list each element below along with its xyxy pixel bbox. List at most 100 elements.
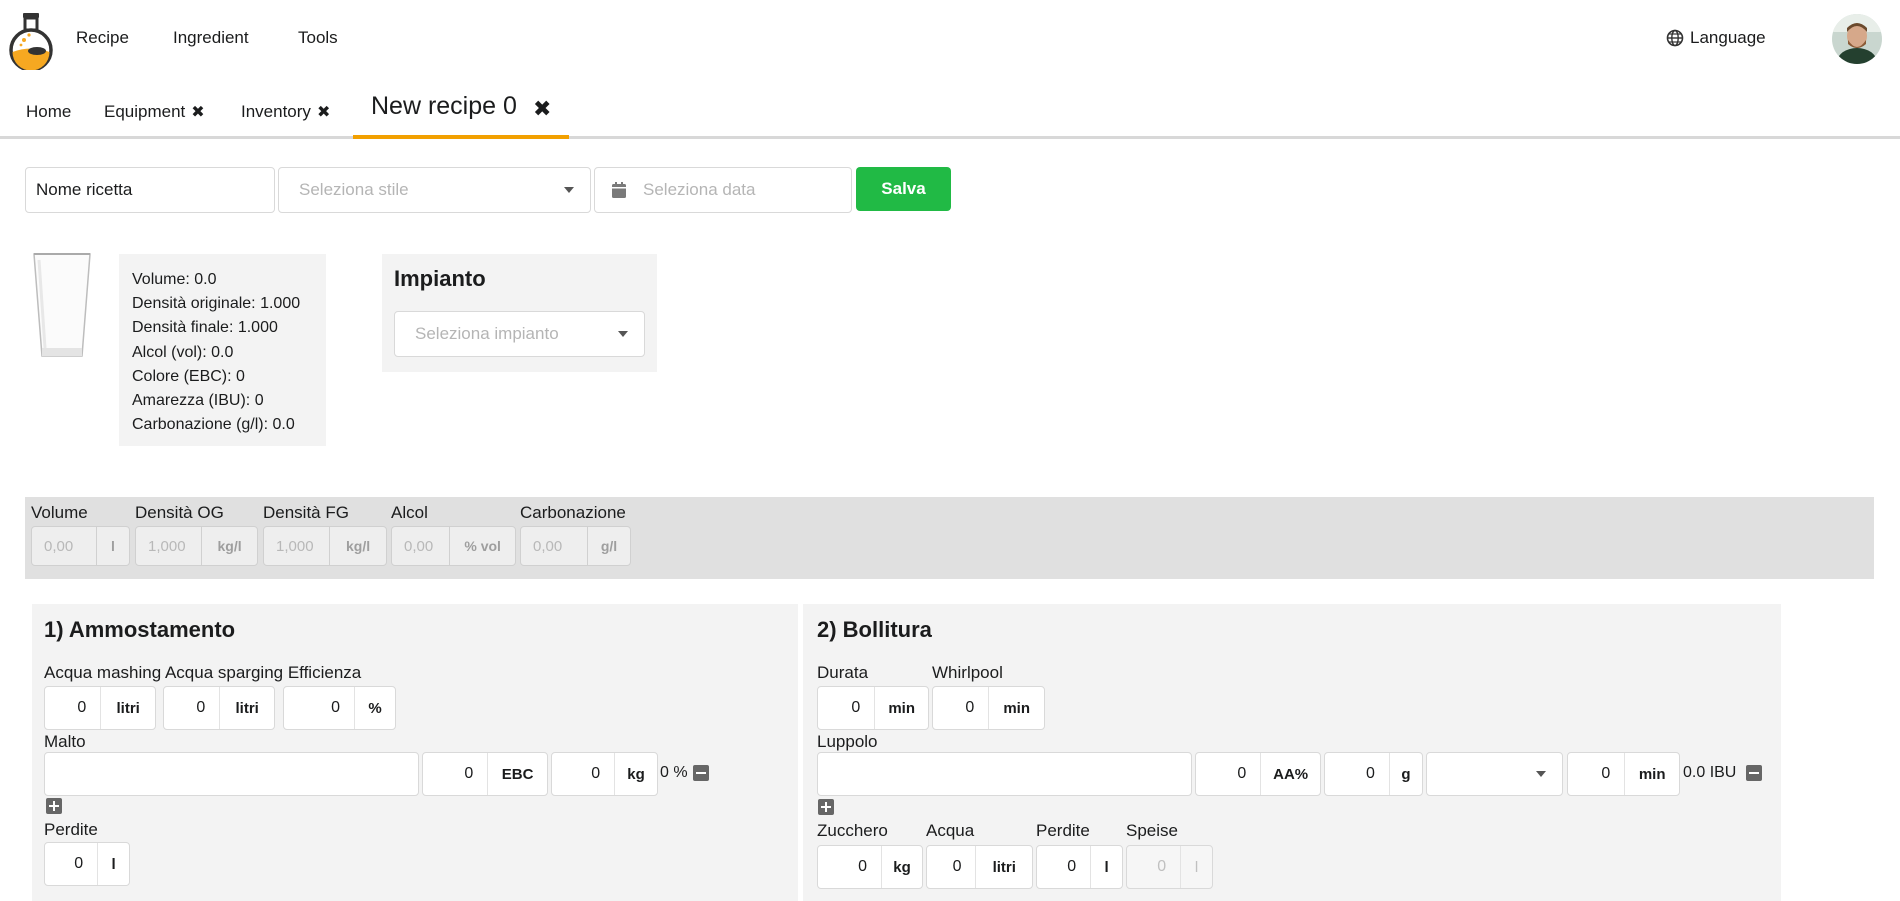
sugar-value: 0 <box>818 846 883 888</box>
param-unit: kg/l <box>217 538 242 554</box>
mash-title: 1) Ammostamento <box>44 617 236 642</box>
user-avatar[interactable] <box>1832 14 1882 64</box>
param-volume: Volume 0,00 l <box>31 503 130 566</box>
nav-ingredient[interactable]: Ingredient <box>173 28 249 48</box>
boil-losses-label: Perdite <box>1036 821 1090 840</box>
mash-panel: 1) Ammostamento Acqua mashing Acqua spar… <box>32 604 798 901</box>
chevron-down-icon <box>618 331 628 337</box>
language-label: Language <box>1690 28 1766 47</box>
speise-value: 0 <box>1127 846 1182 888</box>
stat-carbonation: Carbonazione (g/l): 0.0 <box>132 416 295 434</box>
nav-tools[interactable]: Tools <box>298 28 338 48</box>
language-selector[interactable]: Language <box>1666 28 1766 48</box>
boil-losses-value: 0 <box>1037 846 1092 888</box>
beer-glass-icon <box>33 253 91 357</box>
param-input[interactable]: 0,00 l <box>31 526 130 566</box>
globe-icon <box>1666 29 1684 47</box>
param-label: Volume <box>31 503 88 522</box>
stat-alcohol: Alcol (vol): 0.0 <box>132 343 234 361</box>
recipe-name-value: Nome ricetta <box>36 180 133 199</box>
sugar-label: Zucchero <box>817 821 888 840</box>
water-input[interactable]: 0 litri <box>926 845 1033 889</box>
duration-label: Durata <box>817 663 869 682</box>
tab-equipment[interactable]: Equipment ✖ <box>104 102 205 122</box>
speise-label: Speise <box>1126 821 1178 840</box>
hops-ibu: 0.0 IBU <box>1683 764 1737 781</box>
stat-color: Colore (EBC): 0 <box>132 367 245 385</box>
close-icon[interactable]: ✖ <box>191 102 204 122</box>
malt-ebc-input[interactable]: 0 EBC <box>422 752 548 796</box>
malt-name-input[interactable] <box>44 752 419 796</box>
date-picker[interactable]: Seleziona data <box>594 167 852 213</box>
param-value: 0,00 <box>32 527 97 565</box>
recipe-name-input[interactable]: Nome ricetta <box>25 167 275 213</box>
remove-hops-icon[interactable] <box>1746 765 1762 781</box>
sparging-water-value: 0 <box>164 687 221 729</box>
water-value: 0 <box>927 846 977 888</box>
hops-weight-unit: g <box>1401 765 1411 783</box>
add-hops-icon[interactable] <box>818 799 834 815</box>
tab-new-recipe[interactable]: New recipe 0 ✖ <box>353 76 569 139</box>
stat-volume: Volume: 0.0 <box>132 271 217 288</box>
param-fg: Densità FG 1,000 kg/l <box>263 503 387 566</box>
close-icon[interactable]: ✖ <box>533 96 551 122</box>
boil-losses-unit: l <box>1104 858 1109 876</box>
flask-logo-icon[interactable] <box>6 12 56 72</box>
add-malt-icon[interactable] <box>46 798 62 814</box>
param-input[interactable]: 1,000 kg/l <box>263 526 387 566</box>
sugar-input[interactable]: 0 kg <box>817 845 923 889</box>
close-icon[interactable]: ✖ <box>317 102 330 122</box>
malt-weight-input[interactable]: 0 kg <box>551 752 658 796</box>
hops-aa-value: 0 <box>1196 753 1262 795</box>
param-label: Densità FG <box>263 503 349 522</box>
equipment-select[interactable]: Seleziona impianto <box>394 311 645 357</box>
top-navbar: Recipe Ingredient Tools Language <box>0 0 1900 76</box>
tab-inventory[interactable]: Inventory ✖ <box>241 102 330 122</box>
hops-weight-value: 0 <box>1325 753 1390 795</box>
boil-duration-value: 0 <box>818 687 876 729</box>
efficiency-input[interactable]: 0 % <box>283 686 396 730</box>
param-input[interactable]: 1,000 kg/l <box>135 526 258 566</box>
tab-inventory-label: Inventory <box>241 102 311 121</box>
whirlpool-label: Whirlpool <box>932 663 1003 682</box>
mash-losses-value: 0 <box>45 843 99 885</box>
boil-losses-input[interactable]: 0 l <box>1036 845 1123 889</box>
remove-malt-icon[interactable] <box>693 765 709 781</box>
malt-ebc-unit: EBC <box>501 765 534 783</box>
param-value: 0,00 <box>521 527 588 565</box>
hops-aa-unit: AA% <box>1273 765 1309 783</box>
style-select[interactable]: Seleziona stile <box>278 167 591 213</box>
param-alcohol: Alcol 0,00 % vol <box>391 503 516 566</box>
date-picker-placeholder: Seleziona data <box>643 180 756 199</box>
hops-weight-input[interactable]: 0 g <box>1324 752 1423 796</box>
hops-time-value: 0 <box>1568 753 1626 795</box>
param-value: 1,000 <box>264 527 331 565</box>
hops-name-input[interactable] <box>817 752 1192 796</box>
malt-percent: 0 % <box>660 764 688 781</box>
boil-duration-input[interactable]: 0 min <box>817 686 929 730</box>
mash-losses-label: Perdite <box>44 820 98 839</box>
speise-input: 0 l <box>1126 845 1213 889</box>
sparging-water-input[interactable]: 0 litri <box>163 686 275 730</box>
mashing-water-input[interactable]: 0 litri <box>44 686 156 730</box>
speise-unit: l <box>1194 858 1199 876</box>
hops-aa-input[interactable]: 0 AA% <box>1195 752 1321 796</box>
efficiency-value: 0 <box>284 687 355 729</box>
whirlpool-input[interactable]: 0 min <box>932 686 1045 730</box>
nav-recipe[interactable]: Recipe <box>76 28 129 48</box>
whirlpool-unit: min <box>1003 699 1030 717</box>
param-label: Alcol <box>391 503 428 522</box>
tab-bar: Home Equipment ✖ Inventory ✖ New recipe … <box>0 76 1900 139</box>
save-button[interactable]: Salva <box>856 167 951 211</box>
chevron-down-icon <box>1536 771 1546 777</box>
hops-use-select[interactable] <box>1426 752 1563 796</box>
malt-label: Malto <box>44 732 86 751</box>
tab-home[interactable]: Home <box>26 102 71 122</box>
stat-bitterness: Amarezza (IBU): 0 <box>132 392 264 410</box>
param-input[interactable]: 0,00 % vol <box>391 526 516 566</box>
param-input[interactable]: 0,00 g/l <box>520 526 631 566</box>
mash-losses-input[interactable]: 0 l <box>44 842 130 886</box>
boil-title: 2) Bollitura <box>817 617 932 642</box>
recipe-stats-panel: Volume: 0.0 Densità originale: 1.000 Den… <box>119 254 326 446</box>
hops-time-input[interactable]: 0 min <box>1567 752 1680 796</box>
